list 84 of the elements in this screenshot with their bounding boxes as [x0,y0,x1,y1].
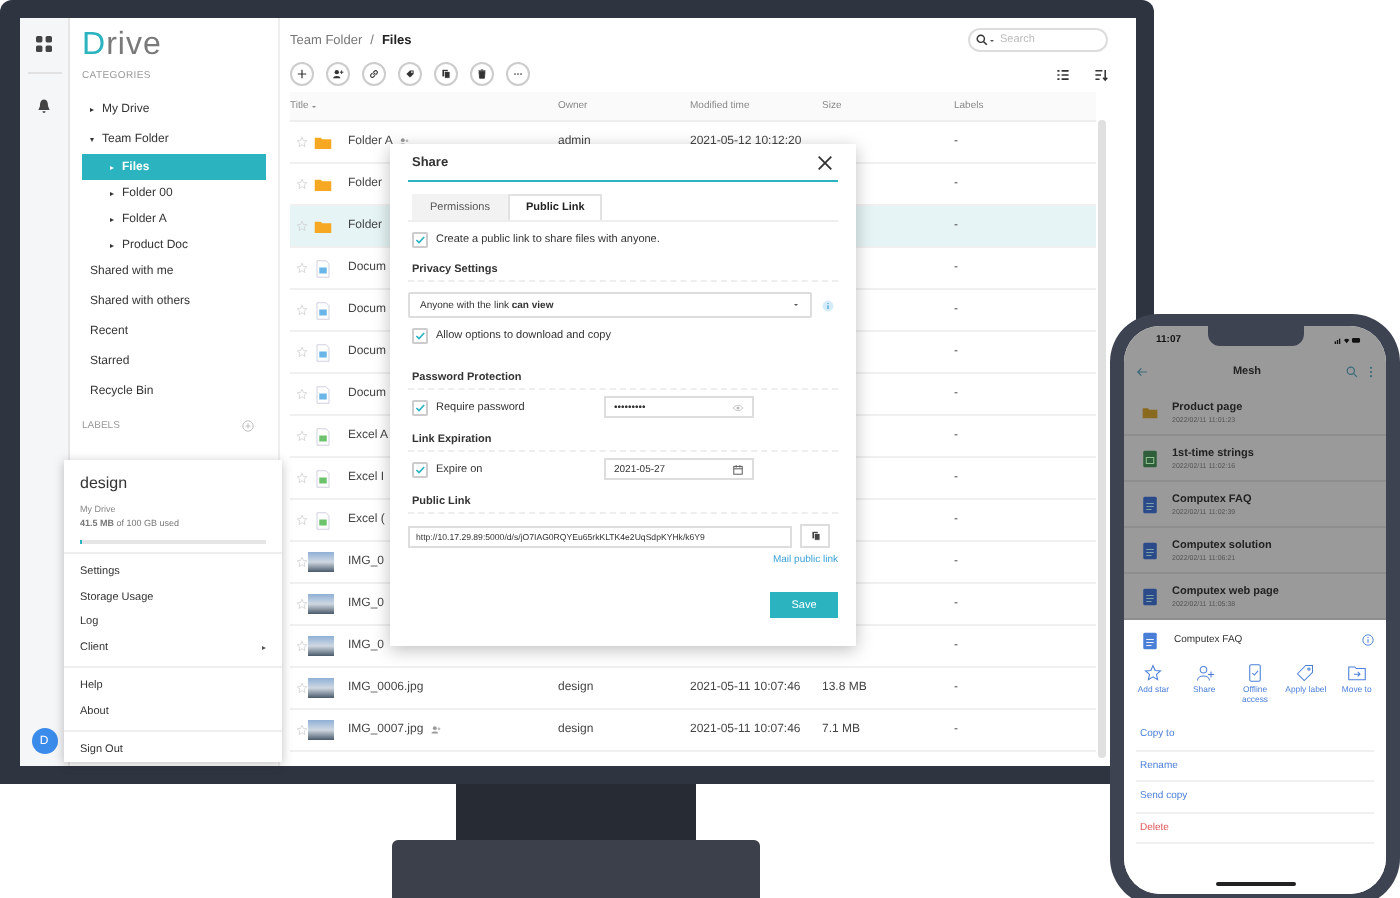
phone-check-icon [1246,664,1265,682]
star-icon[interactable] [296,346,308,358]
add-label-icon[interactable] [242,420,254,432]
trash-icon [476,68,488,80]
checkbox[interactable] [412,399,428,415]
star-icon[interactable] [296,136,308,148]
checkbox[interactable] [412,232,428,248]
star-icon[interactable] [296,682,308,694]
star-icon[interactable] [296,514,308,526]
bell-icon[interactable] [36,98,52,114]
back-arrow-icon[interactable] [1136,366,1148,378]
photo-placeholder [308,552,334,572]
more-button[interactable] [506,62,530,86]
star-icon[interactable] [296,598,308,610]
photo-placeholder [308,594,334,614]
document-icon [314,301,332,319]
user-plus-icon [1195,664,1214,682]
sort-icon[interactable] [1094,67,1108,81]
spreadsheet-icon [314,469,332,487]
link-button[interactable] [362,62,386,86]
document-icon [314,259,332,277]
document-icon [1142,541,1158,559]
drive-logo: Drive [82,26,164,66]
star-icon[interactable] [296,430,308,442]
caret-icon[interactable] [90,107,94,111]
home-indicator [1215,882,1295,886]
document-icon [314,343,332,361]
photo-placeholder [308,678,334,698]
delete-button[interactable] [470,62,494,86]
info-icon[interactable] [822,299,834,311]
plus-icon [296,68,308,80]
star-icon[interactable] [296,556,308,568]
copy-icon [440,68,452,80]
copy-link-button[interactable] [800,524,830,548]
document-icon [1142,495,1158,513]
apps-grid-icon[interactable] [36,36,52,52]
list-view-icon[interactable] [1056,67,1070,81]
user-plus-icon [332,68,344,80]
star-icon[interactable] [296,640,308,652]
copy-button[interactable] [434,62,458,86]
document-icon [1142,587,1158,605]
star-icon[interactable] [296,178,308,190]
calendar-icon[interactable] [732,463,744,475]
new-button[interactable] [290,62,314,86]
star-icon[interactable] [296,220,308,232]
caret-icon[interactable] [110,217,114,221]
copy-icon [809,530,821,542]
star-icon [1144,664,1163,682]
tag-icon [404,68,416,80]
caret-icon[interactable] [110,191,114,195]
status-icons [1334,336,1362,344]
user-name: design [78,474,130,492]
star-icon[interactable] [296,304,308,316]
share-button[interactable] [326,62,350,86]
star-icon[interactable] [296,388,308,400]
document-icon [314,385,332,403]
document-icon [1142,631,1158,649]
spreadsheet-icon [1142,449,1158,467]
search-icon [976,34,988,46]
caret-icon[interactable] [110,243,114,247]
folder-arrow-icon [1347,664,1366,682]
star-icon[interactable] [296,472,308,484]
photo-placeholder [308,636,334,656]
star-icon[interactable] [296,262,308,274]
checkbox[interactable] [412,328,428,344]
tag-icon [1296,664,1315,682]
close-icon [816,153,834,171]
folder-icon [314,133,332,151]
checkbox[interactable] [412,461,428,477]
eye-icon[interactable] [732,401,744,413]
phone-notch [1207,326,1303,346]
label-button[interactable] [398,62,422,86]
folder-icon [314,217,332,235]
star-icon[interactable] [296,724,308,736]
caret-icon[interactable] [90,137,94,141]
spreadsheet-icon [314,511,332,529]
search-icon[interactable] [1346,366,1358,378]
folder-icon [1142,403,1158,421]
link-icon [368,68,380,80]
folder-icon [314,175,332,193]
spreadsheet-icon [314,427,332,445]
photo-placeholder [308,720,334,740]
info-icon[interactable] [1362,634,1374,646]
close-button[interactable] [816,153,834,171]
